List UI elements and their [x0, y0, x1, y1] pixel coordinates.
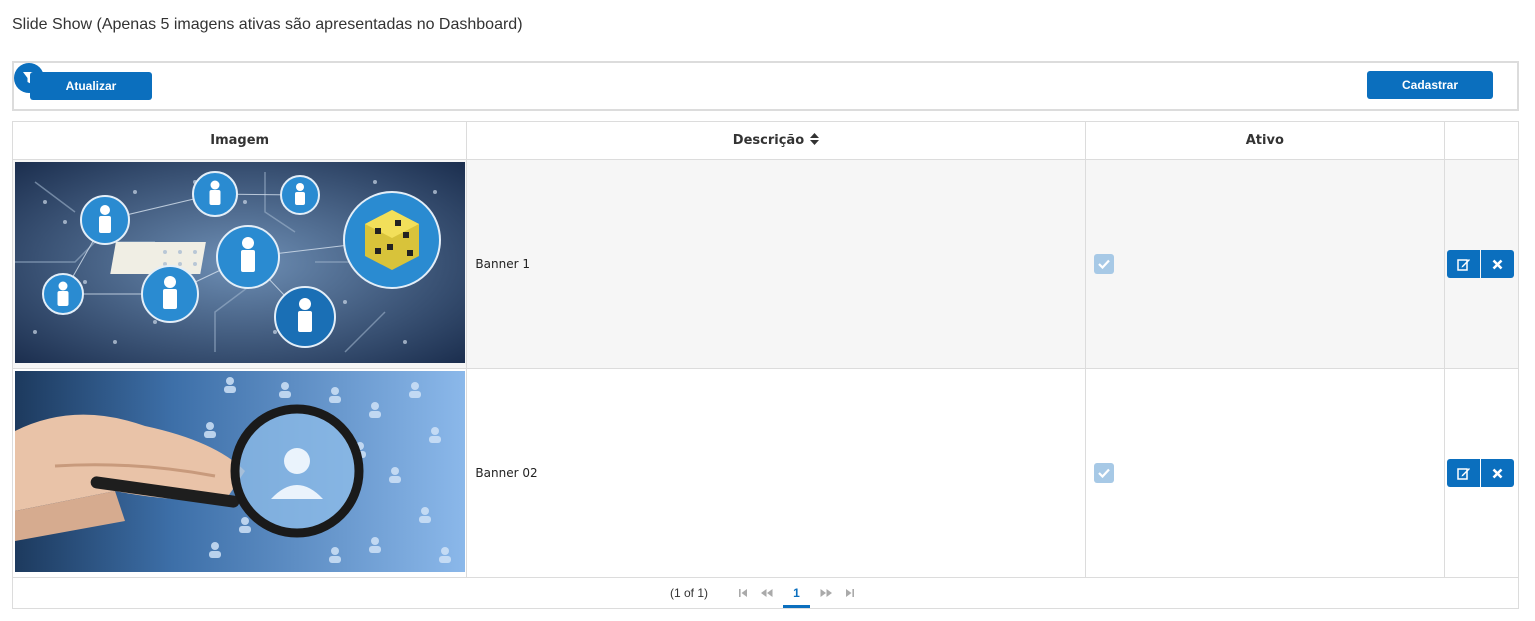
last-page-icon[interactable]	[845, 588, 855, 598]
delete-button[interactable]	[1481, 250, 1515, 278]
image-cell	[13, 160, 468, 368]
sort-icon[interactable]	[810, 132, 820, 149]
previous-page-icon[interactable]	[760, 588, 773, 598]
actions-cell	[1445, 369, 1518, 577]
table-row: Banner 02	[13, 369, 1518, 578]
next-page-icon[interactable]	[820, 588, 833, 598]
active-cell	[1086, 369, 1446, 577]
active-cell	[1086, 160, 1446, 368]
delete-button[interactable]	[1481, 459, 1515, 487]
circuit-board-network-image	[15, 162, 465, 363]
column-header-active: Ativo	[1086, 122, 1446, 159]
table-row: Banner 1	[13, 160, 1518, 369]
column-header-image: Imagem	[13, 122, 468, 159]
description-cell: Banner 02	[467, 369, 1086, 577]
edit-icon	[1456, 468, 1470, 480]
active-checkbox	[1093, 463, 1114, 483]
first-page-icon[interactable]	[738, 588, 748, 598]
refresh-button[interactable]: Atualizar	[30, 72, 152, 100]
close-icon	[1492, 468, 1503, 478]
toolbar: Atualizar Cadastrar	[12, 61, 1519, 111]
close-icon	[1492, 259, 1503, 269]
edit-icon	[1456, 259, 1470, 271]
active-checkbox	[1093, 254, 1114, 274]
table-header: Imagem Descrição Ativo	[13, 122, 1518, 160]
description-cell: Banner 1	[467, 160, 1086, 368]
actions-cell	[1445, 160, 1518, 368]
edit-button[interactable]	[1447, 250, 1481, 278]
image-cell	[13, 369, 468, 577]
magnifier-people-network-image	[15, 371, 465, 572]
slideshow-table: Imagem Descrição Ativo Banner 1 Banner 0…	[12, 121, 1519, 609]
register-button[interactable]: Cadastrar	[1367, 71, 1493, 99]
column-header-description[interactable]: Descrição	[467, 122, 1086, 159]
page-report: (1 of 1)	[669, 586, 708, 600]
page-number-1[interactable]: 1	[783, 578, 810, 608]
column-header-actions	[1445, 122, 1518, 159]
page-title: Slide Show (Apenas 5 imagens ativas são …	[12, 16, 523, 33]
edit-button[interactable]	[1447, 459, 1481, 487]
column-header-description-label: Descrição	[732, 133, 805, 148]
check-icon	[1097, 468, 1110, 478]
check-icon	[1097, 259, 1110, 269]
paginator: (1 of 1) 1	[13, 578, 1518, 608]
